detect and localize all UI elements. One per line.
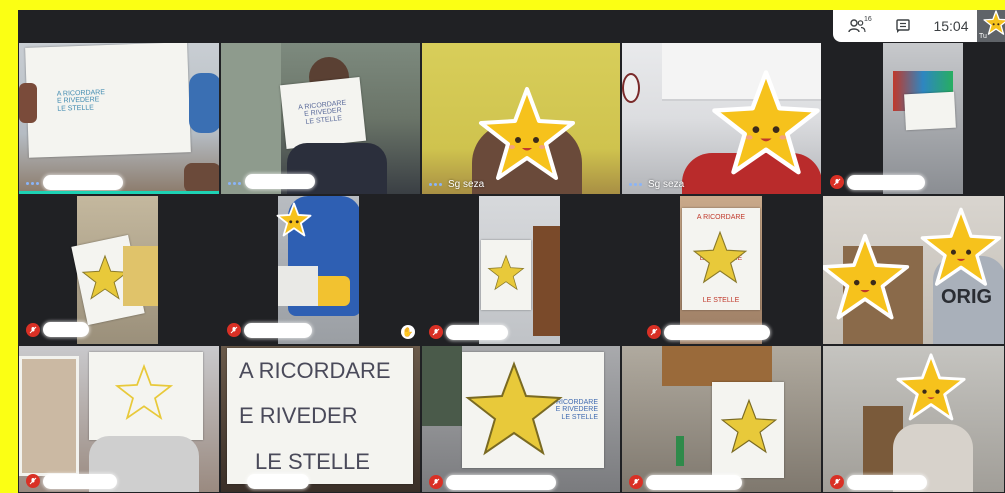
participant-name-redacted [43, 175, 123, 190]
mic-off-icon [429, 325, 443, 339]
plant [422, 346, 462, 426]
paper-line: E RIVEDER [239, 403, 358, 429]
video-tile-14[interactable] [621, 345, 822, 493]
hand [123, 246, 158, 306]
mic-off-icon [26, 474, 40, 488]
video-tile-11[interactable] [18, 345, 220, 493]
mic-off-icon [26, 323, 40, 337]
drawn-star-icon [465, 361, 563, 456]
audio-indicator-icon [26, 180, 42, 186]
paper-line: LE STELLE [702, 296, 740, 304]
drawn-star-icon [81, 254, 129, 300]
door [533, 226, 560, 336]
self-view[interactable]: Tu [977, 10, 1005, 42]
audio-indicator-icon [429, 181, 445, 187]
meeting-grid: A RICORDARE E RIVEDERE LE STELLE A RICOR… [18, 10, 1005, 493]
drawn-star-icon [720, 398, 778, 454]
participant-name: Sg seza [448, 179, 485, 190]
paper-sign: A RICORDARE E RIVEDER LE STELLE [227, 348, 413, 484]
mic-off-icon [647, 325, 661, 339]
blue-object [189, 73, 219, 133]
star-emoji-icon [896, 353, 966, 421]
wall [221, 43, 281, 194]
participants-count: 16 [864, 16, 872, 23]
paper-line: A RICORDARE [696, 214, 746, 221]
picture-frame [19, 356, 79, 476]
participant-name-redacted [847, 475, 927, 490]
mic-off-icon [227, 323, 241, 337]
video-tile-9[interactable]: A RICORDARE E RIVEDERE LE STELLE [561, 195, 822, 345]
star-emoji-icon [823, 233, 910, 320]
participant-name-redacted [245, 174, 315, 189]
participant-name-redacted [847, 175, 925, 190]
paper-line: LE STELLE [561, 413, 598, 421]
participant-name-redacted [244, 323, 312, 338]
star-emoji-icon [479, 87, 575, 180]
mic-off-icon [429, 475, 443, 489]
drawn-star-icon [115, 364, 173, 421]
video-tile-5[interactable] [822, 42, 1005, 195]
paper-line: LE STELLE [255, 448, 370, 474]
video-tile-8[interactable]: ✋ [360, 195, 561, 345]
mic-off-icon [830, 175, 844, 189]
mic-off-icon [830, 475, 844, 489]
participants-button[interactable]: 16 [833, 10, 881, 42]
video-tile-12[interactable]: A RICORDARE E RIVEDER LE STELLE [220, 345, 421, 493]
participant-name: Sg seza [648, 179, 685, 190]
paper-line: LE STELLE [57, 104, 94, 113]
drawn-star-icon [692, 230, 748, 284]
bottle [676, 436, 684, 466]
participant-name-redacted [664, 325, 770, 340]
hand [184, 163, 219, 193]
video-tile-10[interactable]: ORIG [822, 195, 1005, 345]
participant-name-redacted [646, 475, 742, 490]
paper-sign: A RICORDARE E RIVEDERE LE STELLE [25, 43, 191, 158]
paper-sign [904, 91, 956, 131]
hand [19, 83, 37, 123]
participant-name-redacted [446, 325, 508, 340]
shelf [662, 346, 772, 386]
audio-indicator-icon [228, 180, 244, 186]
audio-indicator-icon [629, 181, 645, 187]
participant-name-redacted [247, 474, 309, 489]
participant-name-redacted [43, 474, 117, 489]
star-emoji-icon [276, 202, 312, 237]
chat-button[interactable] [881, 10, 925, 42]
mic-off-icon [629, 475, 643, 489]
participant-name-redacted [43, 322, 89, 337]
video-tile-15[interactable] [822, 345, 1005, 493]
raise-hand-icon: ✋ [401, 325, 415, 339]
video-tile-7[interactable] [159, 195, 360, 345]
clock: 15:04 [933, 18, 969, 34]
drawn-star-icon [487, 254, 525, 291]
video-tile-13[interactable]: A RICORDARE E RIVEDERE LE STELLE [421, 345, 621, 493]
star-emoji-icon [983, 10, 1005, 35]
participant-name-redacted [446, 475, 556, 490]
divider-area [963, 43, 983, 194]
video-tile-6[interactable] [18, 195, 159, 345]
speaking-indicator [19, 191, 219, 194]
video-tile-3[interactable]: Sg seza [421, 42, 621, 195]
star-emoji-icon [920, 207, 1002, 286]
video-tile-4[interactable]: Sg seza [621, 42, 822, 195]
paper [278, 266, 318, 306]
chat-icon [896, 19, 910, 33]
paper-sign: A RICORDARE E RIVEDER LE STELLE [279, 76, 367, 150]
paper-line: A RICORDARE [239, 358, 391, 384]
video-tile-2[interactable]: A RICORDARE E RIVEDER LE STELLE [220, 42, 421, 195]
video-tile-1[interactable]: A RICORDARE E RIVEDERE LE STELLE [18, 42, 220, 195]
meeting-top-bar: 16 15:04 Tu [833, 10, 1005, 42]
star-emoji-icon [712, 70, 820, 175]
lamp [622, 73, 640, 103]
